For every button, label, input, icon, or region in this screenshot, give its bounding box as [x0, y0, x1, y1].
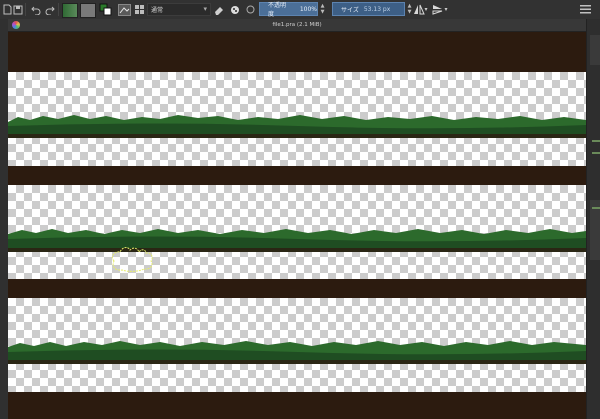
docker-section	[590, 35, 600, 65]
chevron-down-icon[interactable]: ▾	[443, 2, 449, 17]
save-icon[interactable]	[12, 2, 23, 17]
layer-thumbnail	[592, 152, 600, 154]
grass-strip	[8, 229, 586, 252]
reload-preset-icon[interactable]	[245, 2, 255, 17]
opacity-label: 不透明度	[268, 2, 287, 18]
chevron-down-icon[interactable]: ▾	[423, 2, 429, 17]
opacity-slider[interactable]: 不透明度 100%	[259, 2, 318, 18]
grass-strip	[8, 341, 586, 364]
preserve-alpha-icon[interactable]	[229, 2, 241, 17]
brush-preset-icon[interactable]	[117, 2, 131, 17]
workspace-grid-icon[interactable]	[134, 2, 144, 17]
size-slider[interactable]: サイズ 53.13 px	[332, 2, 405, 16]
toolbar-menu-icon[interactable]	[578, 2, 592, 17]
size-label: サイズ	[341, 6, 359, 14]
left-tool-gutter	[0, 19, 8, 419]
selection-outline[interactable]	[108, 243, 156, 273]
size-value: 53.13 px	[363, 5, 391, 13]
color-swap-icon[interactable]	[98, 2, 112, 17]
docker-section	[590, 200, 600, 260]
blend-mode-value: 通常	[151, 7, 164, 14]
layer-thumbnail	[592, 140, 600, 142]
toolbar-separator	[58, 3, 59, 16]
canvas-title-bar: file1.pra (2.1 MiB)	[8, 19, 586, 32]
opacity-value: 100%	[299, 5, 317, 13]
layer-thumbnail	[592, 207, 600, 209]
drawing-canvas[interactable]	[8, 32, 586, 419]
undo-icon[interactable]	[30, 2, 41, 17]
pattern-swatch[interactable]	[80, 3, 96, 18]
opacity-stepper[interactable]: ▲ ▼	[319, 3, 326, 16]
app-logo-icon	[12, 21, 20, 29]
gradient-swatch[interactable]	[62, 3, 78, 18]
redo-icon[interactable]	[44, 2, 55, 17]
blend-mode-select[interactable]: 通常 ▾	[147, 3, 211, 16]
document-title: file1.pra (2.1 MiB)	[272, 22, 322, 28]
eraser-mode-icon[interactable]	[213, 2, 225, 17]
chevron-down-icon: ▾	[203, 5, 207, 13]
toolbar-separator	[25, 3, 26, 16]
grass-strip	[8, 115, 586, 138]
new-document-icon[interactable]	[2, 2, 12, 17]
